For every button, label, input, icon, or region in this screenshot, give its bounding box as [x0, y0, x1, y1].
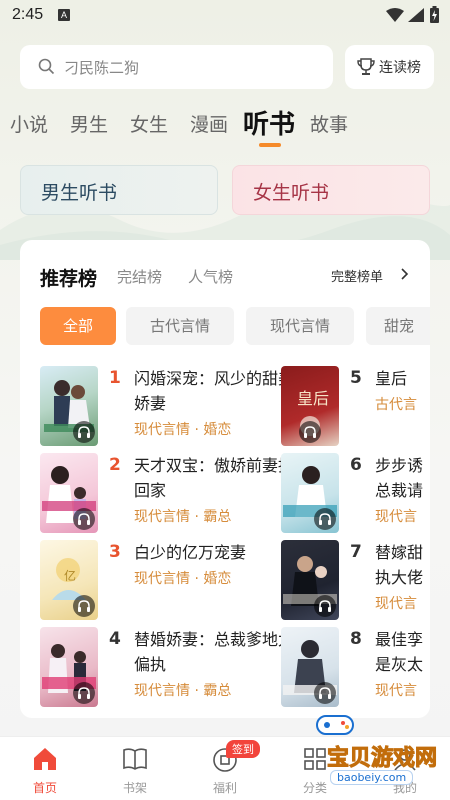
- rank-number: 2: [109, 455, 121, 475]
- book-item[interactable]: 6 步步诱总裁请 现代言: [281, 453, 430, 533]
- book-tags: 古代言: [375, 397, 417, 413]
- home-icon: [34, 748, 56, 770]
- book-cover: 皇后: [281, 366, 339, 446]
- headphone-icon: [314, 595, 336, 617]
- headphone-icon: [314, 682, 336, 704]
- search-icon: [38, 58, 55, 75]
- continue-reading-label: 连读榜: [379, 60, 421, 76]
- nav-home-label: 首页: [32, 781, 57, 795]
- book-icon: [123, 748, 147, 770]
- book-title: 替婚娇妻：总裁爹地太偏执: [134, 630, 295, 674]
- tab-novel[interactable]: 小说: [10, 110, 48, 137]
- watermark-logo: 宝贝游戏网 baobeiy.com: [275, 710, 450, 800]
- headphone-icon: [314, 508, 336, 530]
- active-tab-indicator: [259, 143, 281, 147]
- book-item[interactable]: 皇后 5 皇后 古代言: [281, 366, 430, 446]
- book-item[interactable]: 7 替嫁甜执大佬 现代言: [281, 540, 430, 620]
- chip-all[interactable]: 全部: [40, 307, 116, 345]
- ranking-title[interactable]: 推荐榜: [40, 264, 97, 291]
- book-title: 皇后: [375, 369, 408, 388]
- rank-number: 4: [109, 629, 121, 649]
- svg-text:亿: 亿: [64, 568, 76, 583]
- watermark-text: 宝贝游戏网: [326, 746, 438, 772]
- continue-reading-ranking-button[interactable]: 连读榜: [345, 45, 434, 89]
- headphone-icon: [299, 421, 321, 443]
- tab-male[interactable]: 男生: [70, 110, 108, 137]
- headphone-icon: [73, 595, 95, 617]
- chip-ancient-romance[interactable]: 古代言情: [126, 307, 234, 345]
- notification-a-icon: A: [58, 9, 70, 21]
- book-title: 天才双宝：傲娇前妻抱回家: [134, 456, 295, 500]
- tab-completed-ranking[interactable]: 完结榜: [117, 266, 162, 287]
- chevron-right-icon[interactable]: [401, 268, 409, 280]
- headphone-icon: [73, 421, 95, 443]
- ranking-panel: 推荐榜 完结榜 人气榜 完整榜单 全部 古代言情 现代言情 甜宠 1 闪婚深宠：…: [20, 240, 430, 718]
- chip-sweet[interactable]: 甜宠: [366, 307, 430, 345]
- status-time: 2:45: [12, 6, 44, 23]
- book-title: 替嫁甜执大佬: [375, 543, 424, 587]
- search-input[interactable]: 刁民陈二狗: [20, 45, 333, 89]
- book-title: 白少的亿万宠妻: [134, 543, 247, 562]
- rank-number: 7: [350, 542, 362, 562]
- book-title: 闪婚深宠：风少的甜美娇妻: [134, 369, 295, 413]
- book-item[interactable]: 亿 3 白少的亿万宠妻 现代言情 · 婚恋: [40, 540, 290, 620]
- nav-welfare-label: 福利: [212, 781, 237, 795]
- headphone-icon: [73, 682, 95, 704]
- rank-number: 5: [350, 368, 362, 388]
- book-item[interactable]: 8 最佳孪是灰太 现代言: [281, 627, 430, 707]
- status-bar: 2:45 A: [0, 0, 450, 32]
- book-cover: [281, 540, 339, 620]
- book-title: 步步诱总裁请: [375, 456, 424, 500]
- watermark-url: baobeiy.com: [330, 770, 414, 785]
- rank-number: 1: [109, 368, 121, 388]
- nav-bookshelf[interactable]: 书架: [95, 737, 175, 800]
- book-tags: 现代言情 · 婚恋: [134, 422, 232, 438]
- book-tags: 现代言: [375, 509, 417, 525]
- book-cover: [40, 366, 98, 446]
- male-audiobook-button[interactable]: 男生听书: [20, 165, 218, 215]
- book-cover: 亿: [40, 540, 98, 620]
- chip-modern-romance[interactable]: 现代言情: [246, 307, 354, 345]
- gamepad-icon: [316, 715, 354, 735]
- tab-comic[interactable]: 漫画: [190, 110, 228, 137]
- signal-icon: [408, 8, 424, 22]
- trophy-icon: [357, 58, 375, 75]
- book-tags: 现代言: [375, 596, 417, 612]
- svg-text:皇后: 皇后: [297, 389, 329, 408]
- book-item[interactable]: 2 天才双宝：傲娇前妻抱回家 现代言情 · 霸总: [40, 453, 294, 533]
- rank-number: 8: [350, 629, 362, 649]
- book-cover: [40, 627, 98, 707]
- wifi-icon: [386, 8, 404, 22]
- search-placeholder: 刁民陈二狗: [64, 59, 140, 77]
- book-item[interactable]: 1 闪婚深宠：风少的甜美娇妻 现代言情 · 婚恋: [40, 366, 294, 446]
- female-audiobook-label: 女生听书: [253, 182, 330, 204]
- nav-home[interactable]: 首页: [5, 737, 85, 800]
- book-tags: 现代言情 · 婚恋: [134, 571, 232, 587]
- tab-story[interactable]: 故事: [310, 110, 348, 137]
- male-audiobook-label: 男生听书: [41, 182, 118, 204]
- book-tags: 现代言: [375, 683, 417, 699]
- full-list-link[interactable]: 完整榜单: [331, 266, 383, 285]
- tab-popular-ranking[interactable]: 人气榜: [188, 266, 233, 287]
- book-cover: [281, 627, 339, 707]
- book-title: 最佳孪是灰太: [375, 630, 424, 674]
- tab-audiobook[interactable]: 听书: [243, 104, 295, 141]
- rank-number: 3: [109, 542, 121, 562]
- book-cover: [281, 453, 339, 533]
- book-cover: [40, 453, 98, 533]
- book-tags: 现代言情 · 霸总: [134, 683, 232, 699]
- headphone-icon: [73, 508, 95, 530]
- tab-female[interactable]: 女生: [130, 110, 168, 137]
- book-tags: 现代言情 · 霸总: [134, 509, 232, 525]
- female-audiobook-button[interactable]: 女生听书: [232, 165, 430, 215]
- nav-bookshelf-label: 书架: [122, 781, 147, 795]
- rank-number: 6: [350, 455, 362, 475]
- book-item[interactable]: 4 替婚娇妻：总裁爹地太偏执 现代言情 · 霸总: [40, 627, 294, 707]
- battery-icon: [430, 6, 439, 23]
- sign-in-badge[interactable]: 签到: [226, 740, 260, 758]
